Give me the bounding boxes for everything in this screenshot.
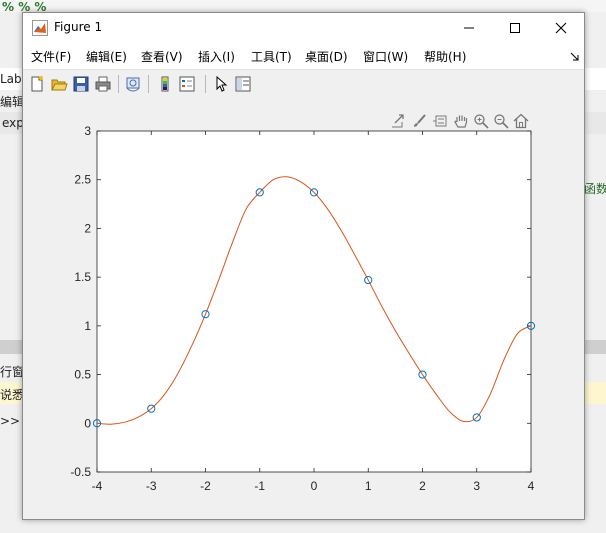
y-tick-label: 2.5 bbox=[74, 173, 91, 187]
figure-canvas: -4 -3 -2 -1 0 1 2 3 4 -0.5 0 0.5 1 1.5 2 2.5 3 bbox=[23, 98, 584, 519]
close-button[interactable] bbox=[538, 13, 584, 43]
figure-toolbar bbox=[23, 69, 584, 99]
x-tick-label: 3 bbox=[473, 479, 480, 493]
link-plot-icon[interactable] bbox=[124, 75, 142, 93]
title-bar[interactable]: Figure 1 bbox=[23, 13, 584, 43]
plot-axes[interactable]: -4 -3 -2 -1 0 1 2 3 4 -0.5 0 0.5 1 1.5 2 2.5 3 bbox=[23, 98, 584, 519]
axes-box bbox=[96, 130, 532, 473]
background-row-window: 行窗 bbox=[0, 365, 25, 379]
menu-desktop[interactable]: 桌面(D) bbox=[305, 48, 348, 65]
toolbar-separator bbox=[205, 75, 206, 93]
legend-icon[interactable] bbox=[178, 75, 196, 93]
maximize-button[interactable] bbox=[492, 13, 538, 43]
x-tick-label: -4 bbox=[92, 479, 103, 493]
y-tick-label: 1 bbox=[84, 319, 91, 333]
edit-plot-arrow-icon[interactable] bbox=[212, 75, 230, 93]
menu-help[interactable]: 帮助(H) bbox=[424, 48, 466, 65]
window-title: Figure 1 bbox=[54, 20, 103, 34]
background-func-label: 函数 bbox=[584, 182, 606, 196]
x-tick-label: 4 bbox=[528, 479, 535, 493]
matlab-logo-icon bbox=[32, 20, 48, 36]
menu-tools[interactable]: 工具(T) bbox=[251, 48, 292, 65]
x-tick-label: -2 bbox=[200, 479, 211, 493]
property-inspector-icon[interactable] bbox=[234, 75, 252, 93]
new-figure-icon[interactable] bbox=[28, 75, 46, 93]
y-tick-label: -0.5 bbox=[70, 465, 91, 479]
menu-window[interactable]: 窗口(W) bbox=[363, 48, 408, 65]
figure-window: Figure 1 文件(F) 编辑(E) 查看(V) 插入(I) 工具(T) 桌… bbox=[22, 12, 585, 520]
toolbar-separator bbox=[148, 75, 149, 93]
open-file-icon[interactable] bbox=[50, 75, 68, 93]
menu-file[interactable]: 文件(F) bbox=[31, 48, 71, 65]
y-tick-label: 0.5 bbox=[74, 368, 91, 382]
minimize-icon bbox=[464, 27, 474, 29]
undock-arrow-icon[interactable] bbox=[570, 52, 579, 61]
save-icon[interactable] bbox=[72, 75, 90, 93]
x-tick-label: -1 bbox=[254, 479, 265, 493]
x-tick-label: 1 bbox=[365, 479, 372, 493]
close-icon bbox=[555, 22, 567, 34]
colorbar-icon[interactable] bbox=[156, 75, 174, 93]
background-toolstrip bbox=[0, 0, 606, 12]
toolbar-separator bbox=[118, 75, 119, 93]
maximize-icon bbox=[510, 23, 520, 33]
menu-insert[interactable]: 插入(I) bbox=[198, 48, 235, 65]
y-tick-label: 0 bbox=[84, 416, 91, 430]
print-icon[interactable] bbox=[94, 75, 112, 93]
y-tick-label: 3 bbox=[84, 124, 91, 138]
menu-bar: 文件(F) 编辑(E) 查看(V) 插入(I) 工具(T) 桌面(D) 窗口(W… bbox=[23, 43, 584, 69]
background-row-desc: 说悉 bbox=[0, 388, 25, 402]
command-prompt[interactable]: >> bbox=[0, 414, 20, 428]
background-exp-label: exp bbox=[2, 116, 24, 130]
minimize-button[interactable] bbox=[446, 13, 492, 43]
x-tick-label: 2 bbox=[419, 479, 426, 493]
menu-view[interactable]: 查看(V) bbox=[141, 48, 183, 65]
x-tick-label: 0 bbox=[311, 479, 318, 493]
background-lab-label: Lab bbox=[0, 72, 22, 86]
y-tick-label: 2 bbox=[84, 221, 91, 235]
background-edit-label: 编辑 bbox=[0, 95, 25, 109]
x-tick-label: -3 bbox=[146, 479, 157, 493]
menu-edit[interactable]: 编辑(E) bbox=[86, 48, 127, 65]
y-tick-label: 1.5 bbox=[74, 270, 91, 284]
